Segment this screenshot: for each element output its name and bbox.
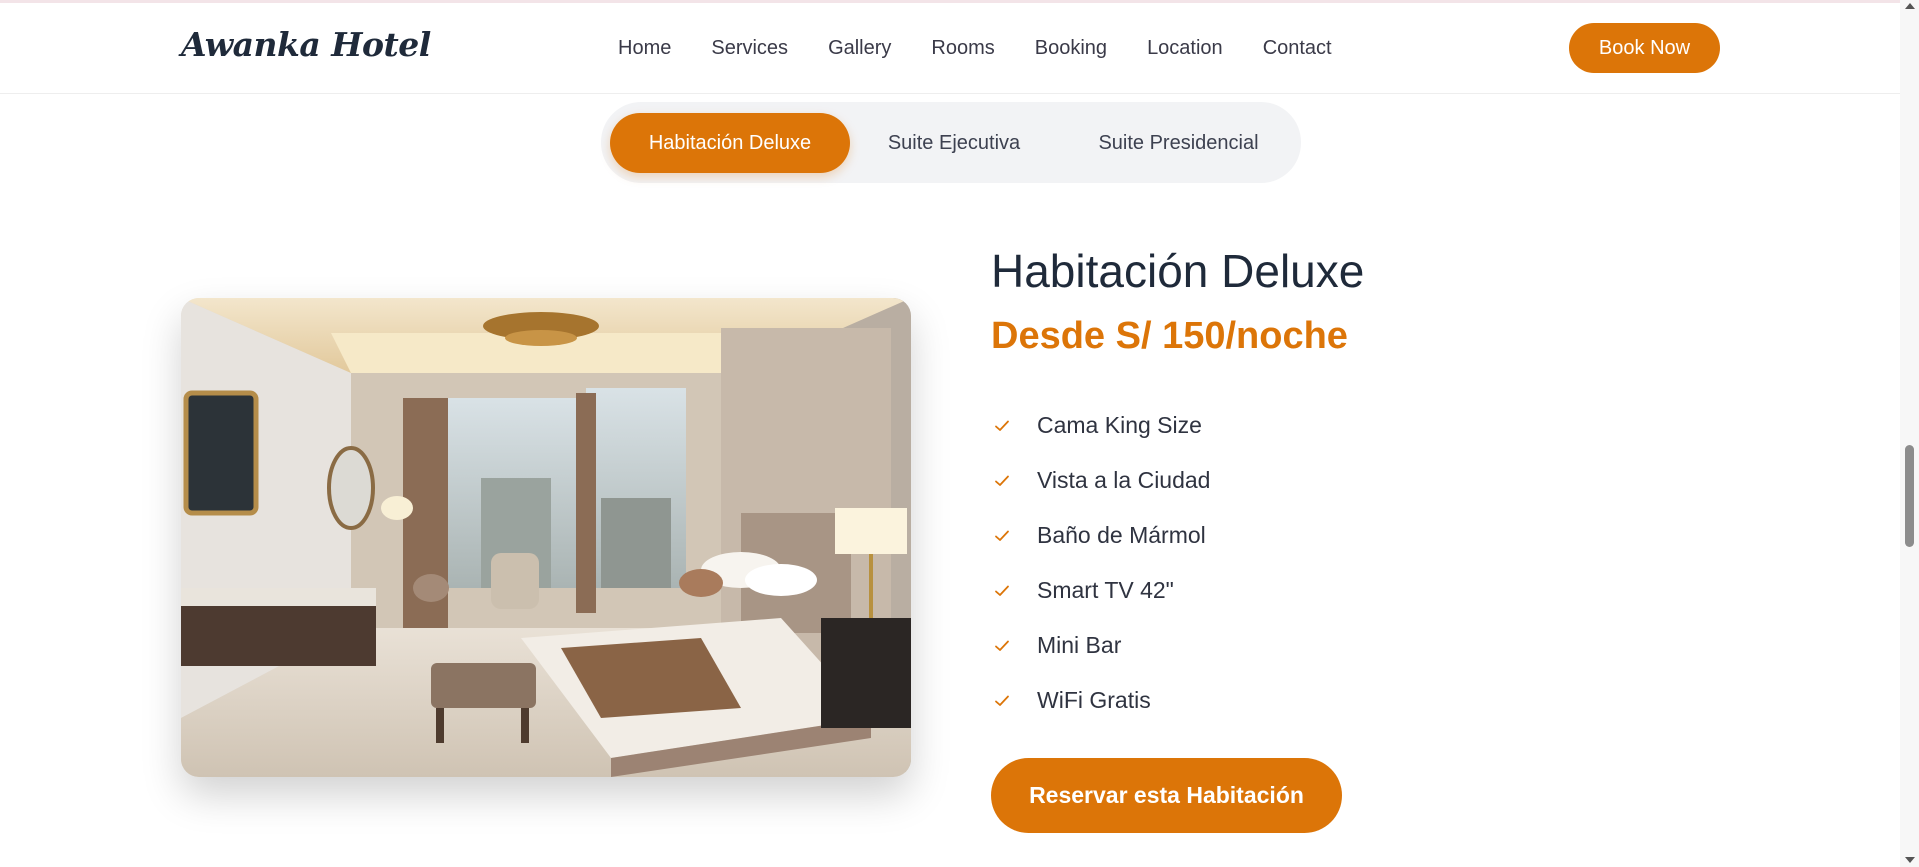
site-header: Awanka Hotel Home Services Gallery Rooms… (0, 3, 1900, 94)
nav-gallery[interactable]: Gallery (828, 37, 891, 60)
checkmark-icon (995, 640, 1009, 651)
room-features-list: Cama King Size Vista a la Ciudad Baño de… (993, 398, 1210, 728)
site-logo[interactable]: Awanka Hotel (181, 25, 431, 64)
feature-item: Mini Bar (993, 618, 1210, 673)
nav-contact[interactable]: Contact (1263, 37, 1332, 60)
feature-label: Baño de Mármol (1037, 522, 1206, 548)
feature-label: Mini Bar (1037, 632, 1122, 658)
checkmark-icon (995, 475, 1009, 486)
feature-item: WiFi Gratis (993, 673, 1210, 728)
tab-habitacion-deluxe[interactable]: Habitación Deluxe (610, 113, 850, 173)
feature-item: Smart TV 42" (993, 563, 1210, 618)
scrollbar-thumb[interactable] (1905, 445, 1914, 547)
room-type-tabs: Habitación Deluxe Suite Ejecutiva Suite … (601, 102, 1301, 183)
nav-home[interactable]: Home (618, 37, 671, 60)
reserve-room-button[interactable]: Reservar esta Habitación (991, 758, 1342, 833)
nav-services[interactable]: Services (711, 37, 788, 60)
main-nav: Home Services Gallery Rooms Booking Loca… (618, 37, 1372, 60)
hotel-room-photo (181, 298, 911, 777)
feature-item: Vista a la Ciudad (993, 453, 1210, 508)
checkmark-icon (995, 695, 1009, 706)
feature-label: Cama King Size (1037, 412, 1202, 438)
feature-label: WiFi Gratis (1037, 687, 1151, 713)
tab-suite-ejecutiva[interactable]: Suite Ejecutiva (869, 113, 1039, 173)
book-now-button[interactable]: Book Now (1569, 23, 1720, 73)
nav-rooms[interactable]: Rooms (931, 37, 994, 60)
tab-suite-presidencial[interactable]: Suite Presidencial (1081, 113, 1276, 173)
nav-booking[interactable]: Booking (1035, 37, 1107, 60)
checkmark-icon (995, 420, 1009, 431)
feature-item: Cama King Size (993, 398, 1210, 453)
scroll-up-arrow-icon[interactable] (1905, 3, 1915, 9)
feature-label: Smart TV 42" (1037, 577, 1174, 603)
scroll-down-arrow-icon[interactable] (1905, 857, 1915, 863)
page-scrollbar[interactable] (1900, 0, 1919, 867)
room-title: Habitación Deluxe (991, 245, 1365, 297)
checkmark-icon (995, 530, 1009, 541)
nav-location[interactable]: Location (1147, 37, 1223, 60)
feature-label: Vista a la Ciudad (1037, 467, 1211, 493)
room-illustration (181, 298, 911, 777)
checkmark-icon (995, 585, 1009, 596)
room-price: Desde S/ 150/noche (991, 315, 1348, 357)
feature-item: Baño de Mármol (993, 508, 1210, 563)
